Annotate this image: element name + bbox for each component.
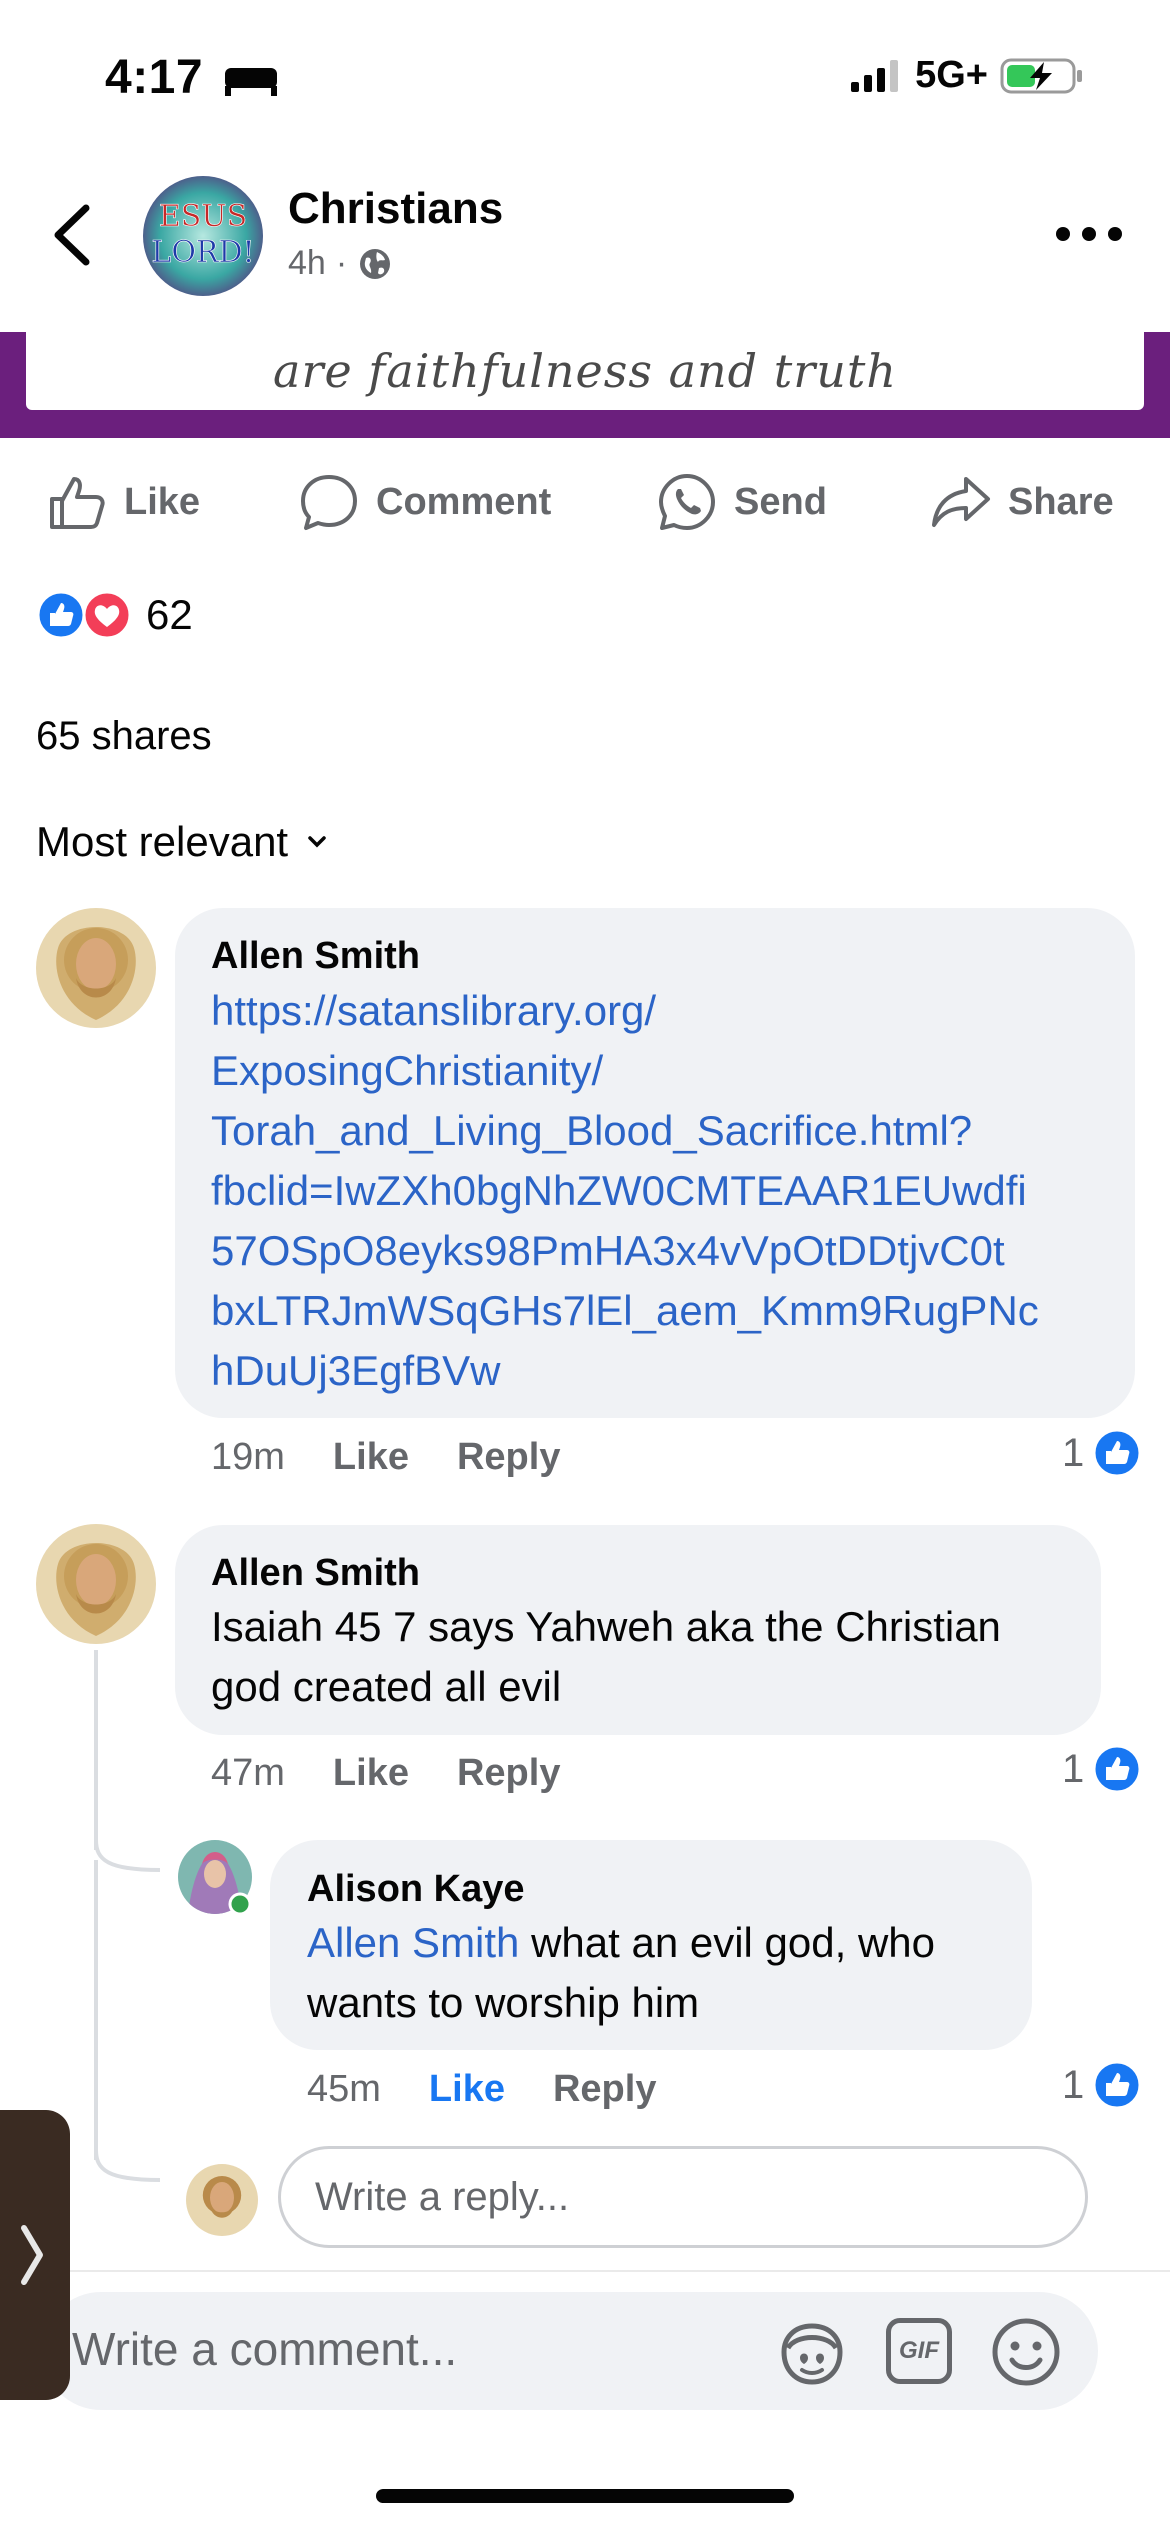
like-count-number: 1 xyxy=(1062,1746,1085,1791)
comment-reply-button[interactable]: Reply xyxy=(457,1752,560,1795)
gif-button[interactable]: GIF xyxy=(886,2318,952,2384)
comment-actions: 19m Like Reply xyxy=(211,1436,560,1479)
like-count-number: 1 xyxy=(1062,2062,1085,2107)
comment-like-count[interactable]: 1 xyxy=(1062,1744,1142,1794)
reply-text: Allen Smith what an evil god, who wants … xyxy=(307,1913,935,2033)
like-button[interactable]: Like xyxy=(46,462,200,542)
reply-like-button[interactable]: Like xyxy=(429,2068,505,2111)
avatar[interactable] xyxy=(36,1524,156,1644)
link-line: ExposingChristianity/ xyxy=(211,1047,604,1094)
emoji-icon[interactable] xyxy=(990,2316,1062,2388)
globe-icon xyxy=(360,248,391,279)
online-status-icon xyxy=(228,1892,252,1916)
link-line: hDuUj3EgfBVw xyxy=(211,1347,501,1394)
write-reply-input[interactable]: Write a reply... xyxy=(278,2146,1088,2248)
gif-label: GIF xyxy=(899,2337,939,2364)
chevron-right-icon xyxy=(21,2225,43,2285)
avatar-sticker-icon[interactable] xyxy=(776,2318,848,2390)
comment-actions: 47m Like Reply xyxy=(211,1752,560,1795)
reaction-count: 62 xyxy=(146,591,193,638)
comment-input-placeholder: Write a comment... xyxy=(72,2323,458,2375)
share-count[interactable]: 65 shares xyxy=(36,714,212,759)
mention-link[interactable]: Allen Smith xyxy=(307,1919,519,1966)
like-reaction-icon xyxy=(1092,2060,1142,2110)
post-time: 4h xyxy=(288,244,326,282)
reply-actions: 45m Like Reply xyxy=(307,2068,656,2111)
thread-line xyxy=(94,1860,98,2160)
post-image-caption: are faithfulness and truth xyxy=(273,344,897,398)
comment-like-count[interactable]: 1 xyxy=(1062,1428,1142,1478)
love-reaction-icon xyxy=(82,590,132,640)
comment-icon xyxy=(301,475,357,530)
reply-like-count[interactable]: 1 xyxy=(1062,2060,1142,2110)
comment-line: god created all evil xyxy=(211,1663,562,1710)
group-name[interactable]: Christians xyxy=(288,184,503,234)
link-line: 57OSpO8eyks98PmHA3x4vVpOtDDtjvC0t xyxy=(211,1227,1005,1274)
back-icon[interactable] xyxy=(48,200,98,270)
home-indicator xyxy=(376,2489,794,2503)
link-line: bxLTRJmWSqGHs7lEl_aem_Kmm9RugPNc xyxy=(211,1287,1039,1334)
comment-time: 19m xyxy=(211,1436,285,1478)
send-label: Send xyxy=(734,480,827,523)
thread-line xyxy=(94,1650,98,1850)
comment-link[interactable]: https://satanslibrary.org/ ExposingChris… xyxy=(211,981,1039,1401)
reaction-summary[interactable]: 62 xyxy=(36,590,193,640)
post-action-bar: Like Comment Send Share xyxy=(0,462,1170,542)
my-avatar xyxy=(186,2164,258,2236)
bed-icon xyxy=(224,68,277,97)
status-indicators: 5G+ xyxy=(851,54,1084,97)
network-type: 5G+ xyxy=(915,54,988,96)
share-icon xyxy=(932,477,990,527)
thumbs-up-icon xyxy=(50,477,105,529)
post-image[interactable]: are faithfulness and truth xyxy=(0,332,1170,438)
comment-reply-button[interactable]: Reply xyxy=(457,1436,560,1479)
comment-line: Isaiah 45 7 says Yahweh aka the Christia… xyxy=(211,1603,1001,1650)
comment-label: Comment xyxy=(376,480,552,523)
meta-separator: · xyxy=(335,244,348,282)
post-meta: 4h · xyxy=(288,244,393,283)
thread-connector xyxy=(94,2150,161,2182)
share-label: Share xyxy=(1008,480,1114,523)
reply-author[interactable]: Alison Kaye xyxy=(307,1868,525,1911)
comment-text: Isaiah 45 7 says Yahweh aka the Christia… xyxy=(211,1597,1001,1717)
comment-like-button[interactable]: Like xyxy=(333,1436,409,1479)
group-avatar[interactable]: ESUS LORD! xyxy=(143,176,263,296)
like-reaction-icon xyxy=(1092,1428,1142,1478)
group-avatar-text-1: ESUS xyxy=(159,199,247,234)
battery-charging-icon xyxy=(1000,58,1082,93)
group-avatar-text-2: LORD! xyxy=(151,235,254,270)
comment-sort-dropdown[interactable]: Most relevant xyxy=(36,818,328,866)
reply-reply-button[interactable]: Reply xyxy=(553,2068,656,2111)
signal-icon xyxy=(851,59,899,92)
thread-connector xyxy=(94,1840,161,1872)
link-line: Torah_and_Living_Blood_Sacrifice.html? xyxy=(211,1107,973,1154)
like-count-number: 1 xyxy=(1062,1430,1085,1475)
comment-author[interactable]: Allen Smith xyxy=(211,1552,420,1595)
reply-text-rest: what an evil god, who xyxy=(519,1919,936,1966)
reply-line: wants to worship him xyxy=(307,1979,700,2026)
send-button[interactable]: Send xyxy=(656,462,827,542)
status-time: 4:17 xyxy=(105,50,279,105)
like-label: Like xyxy=(124,480,201,523)
more-options-icon[interactable] xyxy=(1053,214,1125,254)
comment-button[interactable]: Comment xyxy=(298,462,551,542)
like-reaction-icon xyxy=(1092,1744,1142,1794)
share-button[interactable]: Share xyxy=(930,462,1114,542)
comment-time: 47m xyxy=(211,1752,285,1794)
link-line: fbclid=IwZXh0bgNhZW0CMTEAAR1EUwdfi xyxy=(211,1167,1027,1214)
comment-author[interactable]: Allen Smith xyxy=(211,935,420,978)
avatar[interactable] xyxy=(36,908,156,1028)
whatsapp-icon xyxy=(659,474,715,530)
chevron-down-icon xyxy=(308,836,326,848)
comment-like-button[interactable]: Like xyxy=(333,1752,409,1795)
link-line: https://satanslibrary.org/ xyxy=(211,987,657,1034)
reply-line: Allen Smith what an evil god, who xyxy=(307,1913,935,1973)
reply-time: 45m xyxy=(307,2068,381,2110)
sort-label: Most relevant xyxy=(36,818,289,865)
like-reaction-icon xyxy=(36,590,86,640)
side-panel-handle[interactable] xyxy=(0,2110,70,2400)
